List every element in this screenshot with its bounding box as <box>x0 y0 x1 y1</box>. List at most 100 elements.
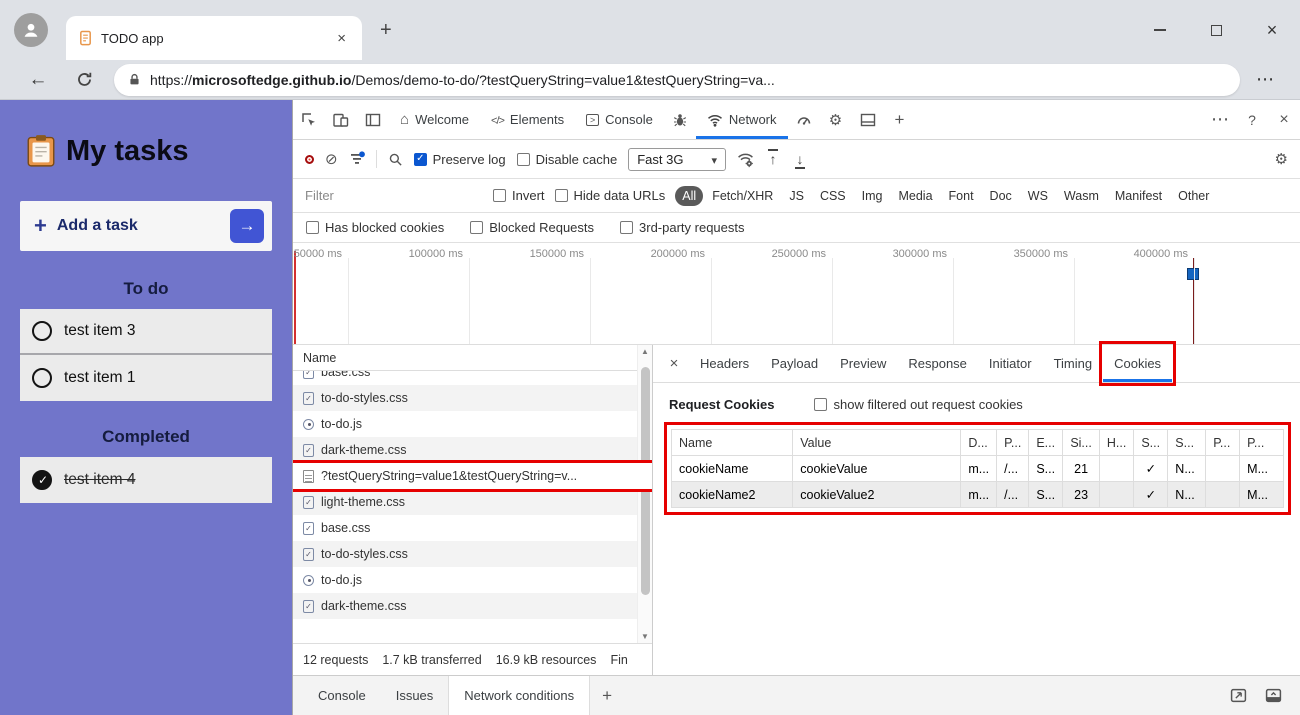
clear-icon[interactable] <box>325 150 338 169</box>
throttling-select[interactable]: Fast 3G <box>628 147 726 171</box>
request-row[interactable]: ?testQueryString=value1&testQueryString=… <box>293 460 652 492</box>
cookie-column-header[interactable]: H... <box>1099 429 1135 456</box>
cookie-column-header[interactable]: E... <box>1028 429 1064 456</box>
filter-input[interactable] <box>305 188 483 203</box>
unchecked-circle-icon[interactable] <box>32 321 52 341</box>
maximize-button[interactable] <box>1188 10 1244 50</box>
tab-network[interactable]: Network <box>696 100 788 139</box>
filter-pill-manifest[interactable]: Manifest <box>1108 186 1169 206</box>
request-row[interactable]: base.css <box>293 515 652 541</box>
network-conditions-button[interactable] <box>737 151 754 168</box>
cookie-column-header[interactable]: Name <box>671 429 794 456</box>
scroll-down-icon[interactable] <box>638 632 652 641</box>
drawer-tab-network-conditions[interactable]: Network conditions <box>448 676 591 715</box>
detail-tab-preview[interactable]: Preview <box>829 345 897 382</box>
detail-tab-payload[interactable]: Payload <box>760 345 829 382</box>
devtools-menu-button[interactable] <box>1204 100 1236 139</box>
detail-tab-headers[interactable]: Headers <box>689 345 760 382</box>
filter-pill-media[interactable]: Media <box>891 186 939 206</box>
cookie-column-header[interactable]: S... <box>1167 429 1207 456</box>
detail-tab-cookies[interactable]: Cookies <box>1099 341 1177 386</box>
submit-task-button[interactable] <box>230 209 264 243</box>
add-task-button[interactable]: Add a task <box>20 201 272 251</box>
show-filtered-checkbox[interactable] <box>814 398 828 411</box>
request-row[interactable]: light-theme.css <box>293 489 652 515</box>
layout-dock-button[interactable] <box>852 100 884 139</box>
request-row[interactable]: to-do.js <box>293 411 652 437</box>
detail-tab-timing[interactable]: Timing <box>1043 345 1104 382</box>
drawer-add-tab-button[interactable] <box>602 686 612 706</box>
browser-menu-button[interactable] <box>1256 69 1274 90</box>
request-row[interactable]: dark-theme.css <box>293 437 652 463</box>
unchecked-circle-icon[interactable] <box>32 368 52 388</box>
cookie-column-header[interactable]: P... <box>996 429 1030 456</box>
hide-data-urls-checkbox[interactable] <box>554 189 568 202</box>
cookie-column-header[interactable]: D... <box>960 429 998 456</box>
request-row[interactable]: dark-theme.css <box>293 593 652 619</box>
cookie-column-header[interactable]: P... <box>1239 429 1284 456</box>
tab-welcome[interactable]: Welcome <box>389 100 480 139</box>
cookie-row[interactable]: cookieName2 cookieValue2 m.../... S... 23 ✓ N.… <box>671 481 1284 508</box>
lock-icon[interactable] <box>128 72 141 87</box>
filter-pill-font[interactable]: Font <box>942 186 981 206</box>
inspect-button[interactable] <box>293 100 325 139</box>
detail-tab-initiator[interactable]: Initiator <box>978 345 1043 382</box>
back-button[interactable] <box>26 69 50 91</box>
expand-drawer-icon[interactable] <box>1265 687 1282 704</box>
tab-console[interactable]: Console <box>575 100 664 139</box>
filter-pill-js[interactable]: JS <box>782 186 811 206</box>
cookie-column-header[interactable]: Value <box>792 429 962 456</box>
checked-circle-icon[interactable] <box>32 470 52 490</box>
todo-item[interactable]: test item 3 <box>20 309 272 355</box>
scrollbar[interactable] <box>637 345 652 643</box>
disable-cache-checkbox[interactable] <box>516 152 530 166</box>
filter-pill-other[interactable]: Other <box>1171 186 1216 206</box>
request-row[interactable]: to-do.js <box>293 567 652 593</box>
minimize-button[interactable] <box>1132 10 1188 50</box>
filter-toggle-button[interactable] <box>349 151 365 167</box>
cookie-column-header[interactable]: P... <box>1205 429 1241 456</box>
browser-tab[interactable]: TODO app <box>66 16 362 60</box>
name-column-header[interactable]: Name <box>293 345 652 371</box>
address-bar[interactable]: https://microsoftedge.github.io/Demos/de… <box>114 63 1240 96</box>
more-tools-button[interactable] <box>884 100 916 139</box>
help-button[interactable] <box>1236 100 1268 139</box>
record-button[interactable] <box>305 154 314 164</box>
cookie-column-header[interactable]: S... <box>1133 429 1169 456</box>
close-details-icon[interactable] <box>659 355 689 372</box>
blocked-requests-checkbox[interactable] <box>470 221 484 234</box>
window-close-button[interactable] <box>1244 10 1300 50</box>
issues-bug-button[interactable] <box>664 100 696 139</box>
devtools-close-button[interactable] <box>1268 100 1300 139</box>
filter-pill-ws[interactable]: WS <box>1021 186 1055 206</box>
completed-item[interactable]: test item 4 <box>20 457 272 503</box>
filter-pill-wasm[interactable]: Wasm <box>1057 186 1106 206</box>
network-settings-gear-icon[interactable] <box>1275 150 1288 169</box>
profile-avatar[interactable] <box>14 13 48 47</box>
preserve-log-checkbox[interactable] <box>413 152 427 166</box>
request-row[interactable]: base.css <box>293 371 652 385</box>
request-marker[interactable] <box>1187 268 1199 280</box>
filter-pill-doc[interactable]: Doc <box>983 186 1019 206</box>
device-toolbar-button[interactable] <box>325 100 357 139</box>
filter-pill-fetch-xhr[interactable]: Fetch/XHR <box>705 186 780 206</box>
network-timeline[interactable]: 50000 ms 100000 ms 150000 ms 200000 ms 25000… <box>293 243 1300 345</box>
cookie-column-header[interactable]: Si... <box>1062 429 1100 456</box>
detail-tab-response[interactable]: Response <box>897 345 978 382</box>
request-row[interactable]: to-do-styles.css <box>293 385 652 411</box>
filter-pill-img[interactable]: Img <box>855 186 890 206</box>
refresh-button[interactable] <box>72 71 96 88</box>
filter-pill-css[interactable]: CSS <box>813 186 853 206</box>
request-row[interactable]: to-do-styles.css <box>293 541 652 567</box>
tab-close-icon[interactable] <box>333 30 350 47</box>
tab-elements[interactable]: Elements <box>480 100 575 139</box>
third-party-checkbox[interactable] <box>620 221 634 234</box>
export-har-icon[interactable] <box>765 149 781 167</box>
performance-button[interactable] <box>788 100 820 139</box>
new-tab-button[interactable] <box>380 19 392 42</box>
dock-to-bottom-icon[interactable] <box>1230 687 1247 704</box>
search-button[interactable] <box>388 152 403 167</box>
invert-checkbox[interactable] <box>493 189 506 202</box>
filter-pill-all[interactable]: All <box>675 185 704 206</box>
cookie-row[interactable]: cookieName cookieValue m.../... S... 21 ✓ N...… <box>671 455 1284 482</box>
